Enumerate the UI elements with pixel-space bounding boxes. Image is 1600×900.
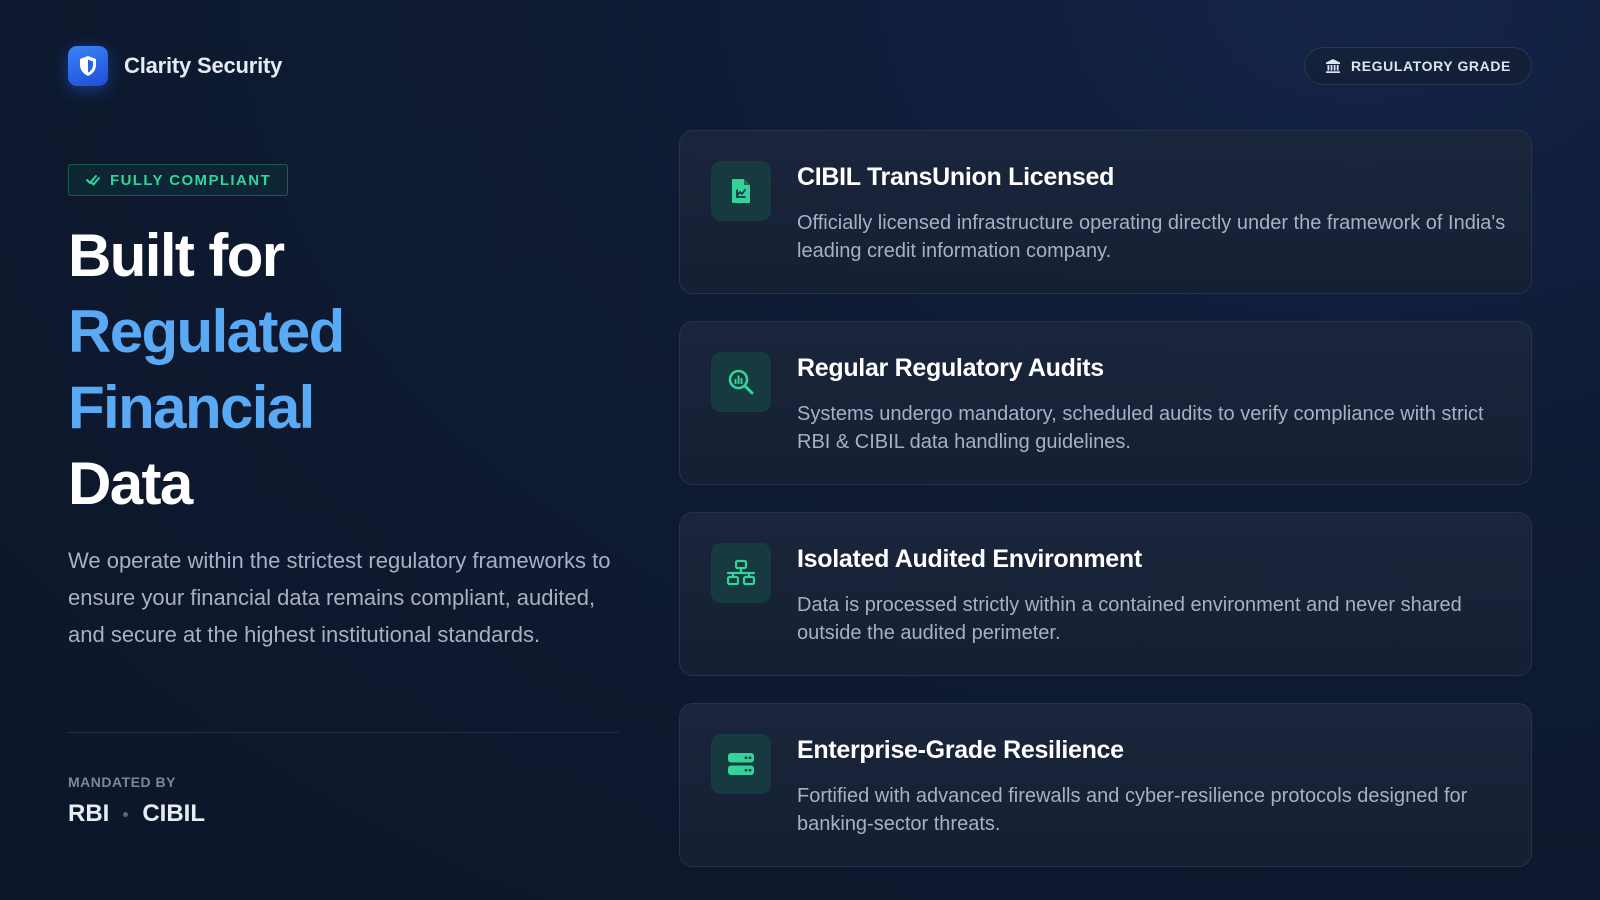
- headline-line-1: Built for: [68, 222, 285, 289]
- divider: [68, 732, 618, 733]
- feature-card-title: Isolated Audited Environment: [797, 545, 1142, 573]
- page: Clarity Security REGULATORY GRADE FULLY …: [0, 0, 1600, 900]
- hero-description: We operate within the strictest regulato…: [68, 548, 611, 647]
- regulatory-grade-label: REGULATORY GRADE: [1351, 58, 1511, 74]
- check-icon: [86, 175, 100, 186]
- feature-card-cibil-license: CIBIL TransUnion Licensed Officially lic…: [679, 130, 1532, 294]
- headline-line-3: Financial: [68, 374, 315, 441]
- feature-card-enterprise-resilience: Enterprise-Grade Resilience Fortified wi…: [679, 703, 1532, 867]
- mandated-rbi: RBI: [68, 800, 110, 827]
- regulatory-grade-badge: REGULATORY GRADE: [1304, 47, 1532, 85]
- audit-search-icon: [711, 352, 771, 412]
- feature-card-regulatory-audits: Regular Regulatory Audits Systems underg…: [679, 321, 1532, 485]
- mandated-cibil: CIBIL: [142, 800, 206, 827]
- brand-name: Clarity Security: [124, 53, 283, 78]
- feature-card-isolated-environment: Isolated Audited Environment Data is pro…: [679, 512, 1532, 676]
- headline-line-2: Regulated: [68, 298, 345, 365]
- feature-card-description: Officially licensed infrastructure opera…: [797, 212, 1506, 262]
- separator-dot: [123, 811, 129, 817]
- feature-card-description: Systems undergo mandatory, scheduled aud…: [797, 403, 1484, 453]
- feature-cards: CIBIL TransUnion Licensed Officially lic…: [679, 130, 1532, 894]
- mandated-by: RBI CIBIL: [68, 800, 205, 828]
- license-document-icon: [711, 161, 771, 221]
- feature-card-title: CIBIL TransUnion Licensed: [797, 163, 1115, 191]
- server-icon: [711, 734, 771, 794]
- brand-logo: [68, 46, 108, 86]
- headline-line-4: Data: [68, 450, 193, 517]
- feature-card-title: Regular Regulatory Audits: [797, 354, 1104, 382]
- feature-card-description: Fortified with advanced firewalls and cy…: [797, 785, 1468, 835]
- feature-card-title: Enterprise-Grade Resilience: [797, 736, 1124, 764]
- compliance-badge: FULLY COMPLIANT: [68, 164, 289, 196]
- network-icon: [711, 543, 771, 603]
- shield-icon: [80, 56, 96, 76]
- compliance-badge-label: FULLY COMPLIANT: [110, 171, 272, 189]
- mandated-label: MANDATED BY: [68, 774, 176, 790]
- bank-icon: [1326, 59, 1341, 73]
- brand[interactable]: Clarity Security: [68, 46, 282, 86]
- feature-card-description: Data is processed strictly within a cont…: [797, 594, 1462, 644]
- page-title: Built for Regulated Financial Data: [68, 218, 345, 522]
